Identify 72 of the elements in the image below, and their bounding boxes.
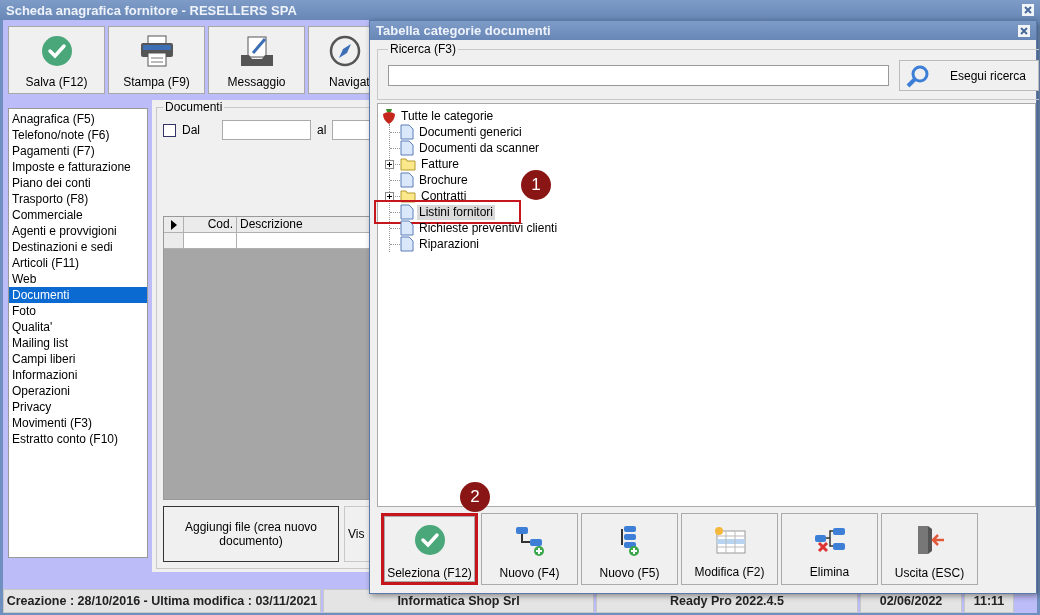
tree-item[interactable]: Contratti bbox=[419, 188, 469, 204]
document-icon bbox=[400, 172, 414, 188]
section-item[interactable]: Telefono/note (F6) bbox=[9, 127, 147, 143]
tree-item[interactable]: Tutte le categorie bbox=[399, 108, 496, 124]
toolbar-button[interactable]: Messaggio bbox=[208, 26, 305, 94]
search-icon bbox=[906, 63, 930, 88]
toolbar-button[interactable]: Salva (F12) bbox=[8, 26, 105, 94]
toolbar-button[interactable]: Nuovo (F5) bbox=[581, 513, 678, 585]
document-icon bbox=[400, 124, 414, 140]
document-icon bbox=[400, 140, 414, 156]
section-item[interactable]: Mailing list bbox=[9, 335, 147, 351]
row-pointer-icon bbox=[170, 219, 177, 230]
tree-item[interactable]: Brochure bbox=[417, 172, 470, 188]
tree-item[interactable]: Richieste preventivi clienti bbox=[417, 220, 560, 236]
checkbox[interactable] bbox=[163, 123, 176, 137]
window-title: Scheda anagrafica fornitore - RESELLERS SPA bbox=[6, 2, 297, 18]
compass-icon bbox=[329, 35, 361, 67]
folder-icon bbox=[400, 189, 416, 203]
section-item[interactable]: Trasporto (F8) bbox=[9, 191, 147, 207]
section-item[interactable]: Agenti e provvigioni bbox=[9, 223, 147, 239]
section-item[interactable]: Informazioni bbox=[9, 367, 147, 383]
section-item[interactable]: Imposte e fatturazione bbox=[9, 159, 147, 175]
toolbar-button[interactable]: Modifica (F2) bbox=[681, 513, 778, 585]
date-field[interactable] bbox=[222, 120, 311, 140]
toolbar-button[interactable]: Elimina bbox=[781, 513, 878, 585]
checkbox-label: Dal bbox=[182, 123, 200, 137]
strawberry-icon bbox=[382, 108, 396, 124]
check-icon bbox=[413, 523, 446, 556]
search-button[interactable]: Esegui ricerca bbox=[899, 60, 1039, 91]
section-item[interactable]: Documenti bbox=[9, 287, 147, 303]
step-badge: 1 bbox=[521, 170, 552, 200]
section-item[interactable]: Foto bbox=[9, 303, 147, 319]
section-item[interactable]: Piano dei conti bbox=[9, 175, 147, 191]
section-item[interactable]: Movimenti (F3) bbox=[9, 415, 147, 431]
section-item[interactable]: Destinazioni e sedi bbox=[9, 239, 147, 255]
check-icon bbox=[40, 35, 73, 67]
field-label: al bbox=[317, 123, 327, 137]
section-item[interactable]: Articoli (F11) bbox=[9, 255, 147, 271]
section-item[interactable]: Qualita' bbox=[9, 319, 147, 335]
section-item[interactable]: Estratto conto (F10) bbox=[9, 431, 147, 447]
group-title: Documenti bbox=[164, 100, 224, 114]
section-item[interactable]: Operazioni bbox=[9, 383, 147, 399]
close-icon[interactable] bbox=[1022, 4, 1034, 16]
column-header[interactable]: Cod. bbox=[184, 217, 237, 233]
section-item[interactable]: Campi liberi bbox=[9, 351, 147, 367]
search-field[interactable] bbox=[388, 65, 889, 86]
document-icon bbox=[400, 236, 414, 252]
status-field: Creazione : 28/10/2016 - Ultima modifica : 03/11/2021 bbox=[3, 589, 321, 613]
section-item[interactable]: Anagrafica (F5) bbox=[9, 111, 147, 127]
section-item[interactable]: Pagamenti (F7) bbox=[9, 143, 147, 159]
tree-item[interactable]: Documenti da scanner bbox=[417, 140, 542, 156]
toolbar-button[interactable]: Nuovo (F4) bbox=[481, 513, 578, 585]
tree-item[interactable]: Documenti generici bbox=[417, 124, 524, 140]
table-edit-icon bbox=[712, 524, 747, 555]
toolbar-button[interactable]: Uscita (ESC) bbox=[881, 513, 978, 585]
expand-icon[interactable] bbox=[385, 192, 394, 201]
expand-icon[interactable] bbox=[385, 160, 394, 169]
section-item[interactable]: Privacy bbox=[9, 399, 147, 415]
toolbar-button[interactable]: Seleziona (F12) bbox=[384, 516, 475, 582]
section-item[interactable]: Web bbox=[9, 271, 147, 287]
document-icon bbox=[400, 220, 414, 236]
tree-item[interactable]: Fatture bbox=[419, 156, 461, 172]
close-icon[interactable] bbox=[1018, 24, 1030, 37]
toolbar-button[interactable]: Stampa (F9) bbox=[108, 26, 205, 94]
tree-item[interactable]: Listini fornitori bbox=[417, 204, 496, 220]
section-item[interactable]: Commerciale bbox=[9, 207, 147, 223]
tree-item[interactable]: Riparazioni bbox=[417, 236, 482, 252]
folder-icon bbox=[400, 157, 416, 171]
document-icon bbox=[400, 204, 414, 220]
printer-icon bbox=[139, 35, 174, 67]
inbox-pen-icon bbox=[239, 35, 274, 67]
action-button[interactable]: Aggiungi file (crea nuovo documento) bbox=[163, 506, 339, 562]
